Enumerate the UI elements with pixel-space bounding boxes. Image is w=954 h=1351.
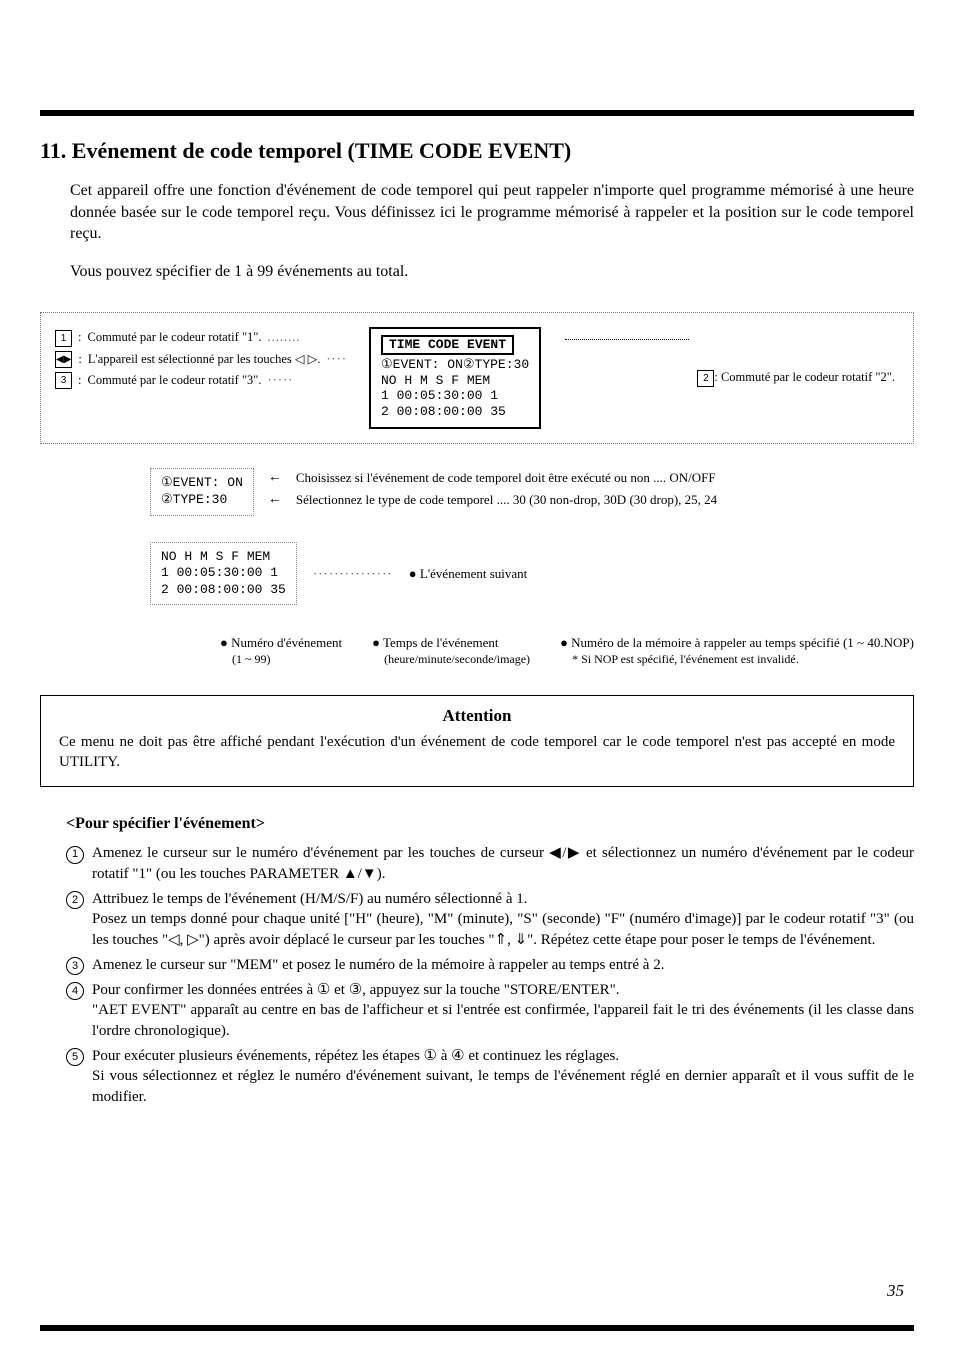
cursor-keys-box: ◀▶ xyxy=(55,351,72,368)
step-5-text: Pour exécuter plusieurs événements, répé… xyxy=(92,1046,914,1108)
detail-box-2-line-1: NO H M S F MEM xyxy=(161,549,270,564)
detail-box-1-line-1: ①EVENT: ON xyxy=(161,475,243,490)
left-note-3: Commuté par le codeur rotatif "3". xyxy=(87,370,261,391)
step-4-icon: 4 xyxy=(66,982,84,1000)
detail-box-2: NO H M S F MEM 1 00:05:30:00 1 2 00:08:0… xyxy=(150,542,297,605)
legend-event-time-units: (heure/minute/seconde/image) xyxy=(384,652,530,666)
lcd-display: TIME CODE EVENT ①EVENT: ON②TYPE:30 NO H … xyxy=(369,327,541,429)
spec-title: <Pour spécifier l'événement> xyxy=(66,815,914,833)
attention-title: Attention xyxy=(59,706,895,726)
lcd-title: TIME CODE EVENT xyxy=(381,335,514,355)
detail-box-1: ①EVENT: ON ②TYPE:30 xyxy=(150,468,254,516)
detail-box-2-line-3: 2 00:08:00:00 35 xyxy=(161,582,286,597)
step-1-icon: 1 xyxy=(66,846,84,864)
detail-box-1-line-2: ②TYPE:30 xyxy=(161,492,227,507)
intro-paragraph-2: Vous pouvez spécifier de 1 à 99 événemen… xyxy=(70,261,914,283)
next-event-label: ● L'événement suivant xyxy=(409,566,528,582)
detail-box-2-line-2: 1 00:05:30:00 1 xyxy=(161,565,278,580)
attention-body: Ce menu ne doit pas être affiché pendant… xyxy=(59,732,895,773)
legend-mem-no-note: * Si NOP est spécifié, l'événement est i… xyxy=(572,652,799,666)
step-5-icon: 5 xyxy=(66,1048,84,1066)
legend-event-no: ● Numéro d'événement xyxy=(220,635,342,650)
right-note: Commuté par le codeur rotatif "2". xyxy=(721,370,895,384)
left-note-2: L'appareil est sélectionné par les touch… xyxy=(88,349,321,370)
step-3-text: Amenez le curseur sur "MEM" et posez le … xyxy=(92,955,664,976)
rotary-2-box: 2 xyxy=(697,370,714,387)
attention-box: Attention Ce menu ne doit pas être affic… xyxy=(40,695,914,788)
page-number: 35 xyxy=(887,1281,904,1301)
detail-desc-2: Sélectionnez le type de code temporel ..… xyxy=(296,492,717,508)
step-2-text: Attribuez le temps de l'événement (H/M/S… xyxy=(92,889,914,951)
detail-desc-1: Choisissez si l'événement de code tempor… xyxy=(296,470,716,486)
step-1-text: Amenez le curseur sur le numéro d'événem… xyxy=(92,843,914,884)
legend-event-no-range: (1 ~ 99) xyxy=(232,652,270,666)
intro-paragraph-1: Cet appareil offre une fonction d'événem… xyxy=(70,180,914,245)
lcd-diagram-panel: 1: Commuté par le codeur rotatif "1"....… xyxy=(40,312,914,444)
left-note-1: Commuté par le codeur rotatif "1". xyxy=(87,327,261,348)
lcd-line-2: NO H M S F MEM xyxy=(381,373,490,388)
lcd-line-1: ①EVENT: ON②TYPE:30 xyxy=(381,357,529,372)
legend-mem-no: ● Numéro de la mémoire à rappeler au tem… xyxy=(560,635,914,650)
step-4-text: Pour confirmer les données entrées à ① e… xyxy=(92,980,914,1042)
lcd-line-4: 2 00:08:00:00 35 xyxy=(381,404,506,419)
rotary-3-box: 3 xyxy=(55,372,72,389)
lcd-line-3: 1 00:05:30:00 1 xyxy=(381,388,498,403)
legend-event-time: ● Temps de l'événement xyxy=(372,635,498,650)
step-3-icon: 3 xyxy=(66,957,84,975)
step-2-icon: 2 xyxy=(66,891,84,909)
legend-row: ● Numéro d'événement (1 ~ 99) ● Temps de… xyxy=(220,635,914,667)
rotary-1-box: 1 xyxy=(55,330,72,347)
section-heading: 11. Evénement de code temporel (TIME COD… xyxy=(40,138,914,164)
